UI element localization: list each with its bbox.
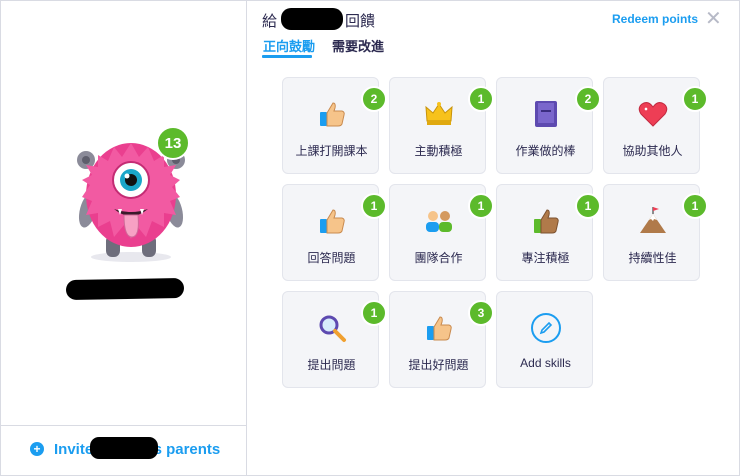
skill-count-badge: 3 [468, 300, 494, 326]
skill-count-badge: 1 [575, 193, 601, 219]
skill-count-badge: 1 [682, 86, 708, 112]
skill-card[interactable]: 1 專注積極 [496, 184, 601, 281]
skill-card[interactable]: 2 上課打開課本 [282, 77, 387, 174]
student-name-redacted [65, 277, 185, 301]
skill-label: 提出問題 [307, 358, 356, 372]
tab-needs-work[interactable]: 需要改進 [332, 36, 384, 55]
invite-name-redacted [90, 437, 158, 459]
tab-positive[interactable]: 正向鼓勵 [263, 36, 315, 55]
close-icon[interactable]: ✕ [705, 9, 722, 29]
pencil-icon [530, 313, 561, 343]
skill-card[interactable]: 2 作業做的棒 [496, 77, 601, 174]
dialog-title-prefix: 給 [262, 13, 278, 30]
points-badge: 13 [156, 126, 190, 160]
skill-count-badge: 1 [361, 300, 387, 326]
skill-label: 專注積極 [521, 251, 570, 265]
add-skills-button[interactable]: Add skills [496, 291, 593, 388]
skill-count-badge: 2 [361, 86, 387, 112]
skill-card[interactable]: 1 提出問題 [282, 291, 387, 388]
invite-prefix[interactable]: Invite [54, 441, 93, 458]
invite-suffix[interactable]: 's parents [150, 441, 220, 458]
skill-card[interactable]: 3 提出好問題 [389, 291, 494, 388]
skill-label: 持續性佳 [628, 251, 677, 265]
skill-count-badge: 1 [468, 193, 494, 219]
skill-label: 回答問題 [307, 251, 356, 265]
skill-card[interactable]: 1 回答問題 [282, 184, 387, 281]
skill-label: 團隊合作 [414, 251, 463, 265]
skill-card[interactable]: 1 持續性佳 [603, 184, 708, 281]
skill-label: 主動積極 [414, 144, 463, 158]
skill-card[interactable]: 1 團隊合作 [389, 184, 494, 281]
skill-label: 作業做的棒 [515, 144, 576, 158]
skill-count-badge: 1 [361, 193, 387, 219]
skill-card[interactable]: 1 主動積極 [389, 77, 494, 174]
skill-label: 協助其他人 [622, 144, 683, 158]
skill-count-badge: 1 [682, 193, 708, 219]
active-tab-indicator [262, 55, 312, 58]
skill-count-badge: 1 [468, 86, 494, 112]
skill-count-badge: 2 [575, 86, 601, 112]
skill-label: 提出好問題 [408, 358, 469, 372]
add-skills-label: Add skills [520, 356, 571, 370]
skill-label: 上課打開課本 [295, 144, 368, 158]
dialog-title-suffix: 回饋 [345, 13, 376, 30]
plus-icon[interactable]: + [30, 442, 44, 456]
skill-card[interactable]: 1 協助其他人 [603, 77, 708, 174]
add-skill-icon-wrap [497, 310, 594, 346]
title-name-redacted [281, 8, 343, 30]
redeem-points-link[interactable]: Redeem points [612, 12, 698, 26]
